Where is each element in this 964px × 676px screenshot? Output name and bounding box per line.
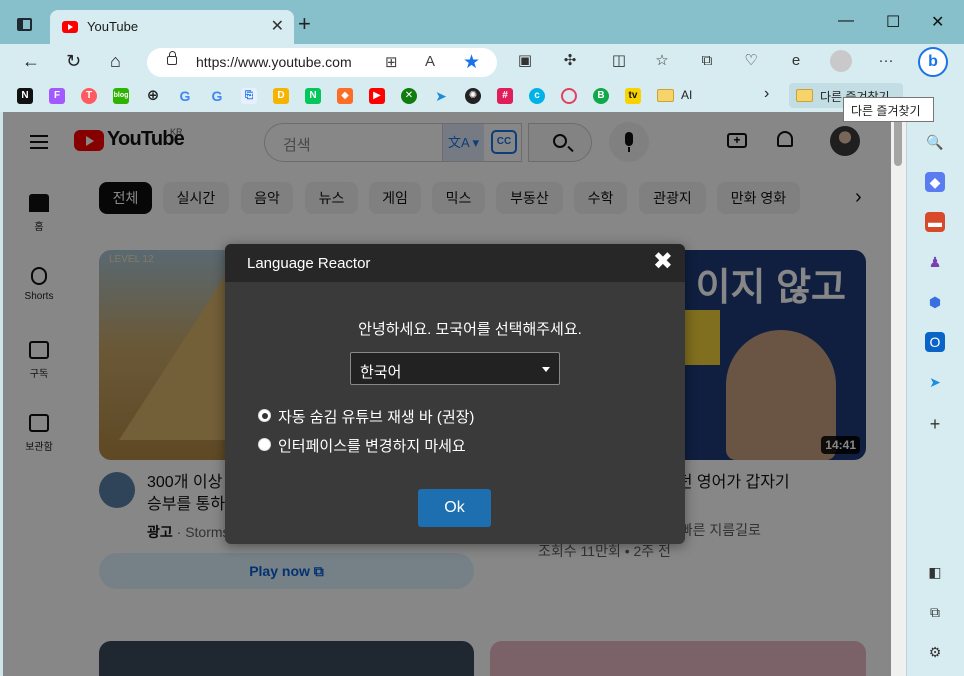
radio-label[interactable]: 자동 숨김 유튜브 재생 바 (권장) xyxy=(278,406,474,427)
toggle-favicon-icon[interactable] xyxy=(561,88,577,104)
favicon-icon-2[interactable]: ⎘ xyxy=(241,88,257,104)
settings-gear-icon[interactable]: ⚙ xyxy=(925,642,945,662)
favicon-icon[interactable]: T xyxy=(81,88,97,104)
bing-copilot-icon[interactable]: b xyxy=(918,47,948,77)
chevron-right-icon[interactable]: › xyxy=(764,85,769,103)
microsoft365-icon[interactable]: ⬢ xyxy=(925,292,945,312)
url-text[interactable]: https://www.youtube.com xyxy=(196,54,352,70)
extension-icon[interactable]: ▣ xyxy=(516,52,534,70)
add-tool-icon[interactable]: + xyxy=(925,414,945,434)
dialog-header: Language Reactor ✖ xyxy=(225,244,685,282)
xbox-favicon-icon[interactable]: ✕ xyxy=(401,88,417,104)
lock-icon[interactable] xyxy=(167,51,177,65)
dialog-title: Language Reactor xyxy=(247,255,371,272)
tooltip: 다른 즐겨찾기 xyxy=(843,97,934,122)
send-favicon-icon[interactable]: ➤ xyxy=(433,88,449,104)
chevron-down-icon xyxy=(542,367,550,372)
radio-button[interactable] xyxy=(258,438,271,451)
address-bar[interactable]: https://www.youtube.com ⊞ A ★ xyxy=(147,48,497,77)
globe-icon[interactable]: ⊕ xyxy=(145,88,161,104)
scrollbar-thumb[interactable] xyxy=(894,116,902,166)
extensions-puzzle-icon[interactable]: ✣ xyxy=(561,52,579,70)
folder-icon-2 xyxy=(796,89,813,102)
navigation-bar: ← ↻ ⌂ https://www.youtube.com ⊞ A ★ ▣ ✣ … xyxy=(0,44,964,80)
folder-icon[interactable] xyxy=(657,89,674,102)
slack-favicon-icon[interactable]: # xyxy=(497,88,513,104)
native-language-select[interactable]: 한국어 xyxy=(350,352,560,385)
performance-icon[interactable]: ♡ xyxy=(742,52,760,70)
new-tab-button[interactable]: + xyxy=(298,13,311,35)
ie-mode-icon[interactable]: e xyxy=(787,52,805,70)
split-screen-icon[interactable]: ◫ xyxy=(610,52,628,70)
refresh-button[interactable]: ↻ xyxy=(66,51,81,71)
google-favicon-icon-2[interactable]: G xyxy=(209,88,225,104)
favicon-icon-4[interactable]: B xyxy=(593,88,609,104)
page-scrollbar[interactable] xyxy=(891,112,906,676)
collections-icon[interactable]: ⧉ xyxy=(698,52,716,70)
notion-favicon-icon[interactable]: N xyxy=(17,88,33,104)
radio-button-checked[interactable] xyxy=(258,409,271,422)
openai-favicon-icon[interactable]: ✺ xyxy=(465,88,481,104)
google-favicon-icon[interactable]: G xyxy=(177,88,193,104)
home-button[interactable]: ⌂ xyxy=(110,51,121,71)
profile-avatar[interactable] xyxy=(830,50,852,72)
window-menu-icon[interactable] xyxy=(17,18,32,31)
gitlab-favicon-icon[interactable]: ◆ xyxy=(337,88,353,104)
youtube-favicon-icon xyxy=(62,21,78,33)
radio-label[interactable]: 인터페이스를 변경하지 마세요 xyxy=(278,435,466,456)
drop-icon[interactable]: ➤ xyxy=(925,372,945,392)
maximize-button[interactable]: ☐ xyxy=(886,12,900,32)
selected-language: 한국어 xyxy=(360,364,402,381)
shopping-tag-icon[interactable]: ◆ xyxy=(925,172,945,192)
games-icon[interactable]: ♟ xyxy=(925,252,945,272)
back-button[interactable]: ← xyxy=(22,51,40,71)
tv-favicon-icon[interactable]: tv xyxy=(625,88,641,104)
tab-title: YouTube xyxy=(87,19,139,34)
minimize-button[interactable]: — xyxy=(838,12,854,30)
close-icon[interactable]: ✖ xyxy=(653,249,673,275)
read-aloud-icon[interactable]: A xyxy=(425,53,435,70)
browser-tab[interactable]: YouTube ✕ xyxy=(50,10,294,44)
tab-close-icon[interactable]: ✕ xyxy=(271,16,284,36)
favorites-icon[interactable]: ☆ xyxy=(653,52,671,70)
dialog-message: 안녕하세요. 모국어를 선택해주세요. xyxy=(358,321,582,338)
chat-favicon-icon[interactable]: c xyxy=(529,88,545,104)
close-window-button[interactable]: ✕ xyxy=(931,12,944,32)
edge-sidebar: 🔍 ◆ ▬ ♟ ⬢ O ➤ + ◧ ⧉ ⚙ xyxy=(906,112,964,676)
favicon-icon-3[interactable]: D xyxy=(273,88,289,104)
title-bar: YouTube ✕ + — ☐ ✕ xyxy=(0,0,964,44)
tools-briefcase-icon[interactable]: ▬ xyxy=(925,212,945,232)
outlook-icon[interactable]: O xyxy=(925,332,945,352)
hide-sidebar-icon[interactable]: ◧ xyxy=(925,562,945,582)
ai-folder-label[interactable]: AI xyxy=(681,88,692,102)
favorite-star-icon[interactable]: ★ xyxy=(463,51,480,74)
language-reactor-dialog: Language Reactor ✖ 안녕하세요. 모국어를 선택해주세요. 한… xyxy=(225,244,685,544)
favorites-bar: N F T blog ⊕ G G ⎘ D N ◆ ▶ ✕ ➤ ✺ # c B t… xyxy=(0,80,964,112)
open-external-icon[interactable]: ⧉ xyxy=(925,602,945,622)
ok-button[interactable]: Ok xyxy=(418,489,491,527)
youtube-favicon-icon-2[interactable]: ▶ xyxy=(369,88,385,104)
search-icon-2[interactable]: 🔍 xyxy=(925,132,945,152)
app-available-icon[interactable]: ⊞ xyxy=(385,53,398,71)
naver-favicon-icon[interactable]: N xyxy=(305,88,321,104)
figma-favicon-icon[interactable]: F xyxy=(49,88,65,104)
blog-favicon-icon[interactable]: blog xyxy=(113,88,129,104)
more-options-icon[interactable]: ··· xyxy=(877,52,895,70)
